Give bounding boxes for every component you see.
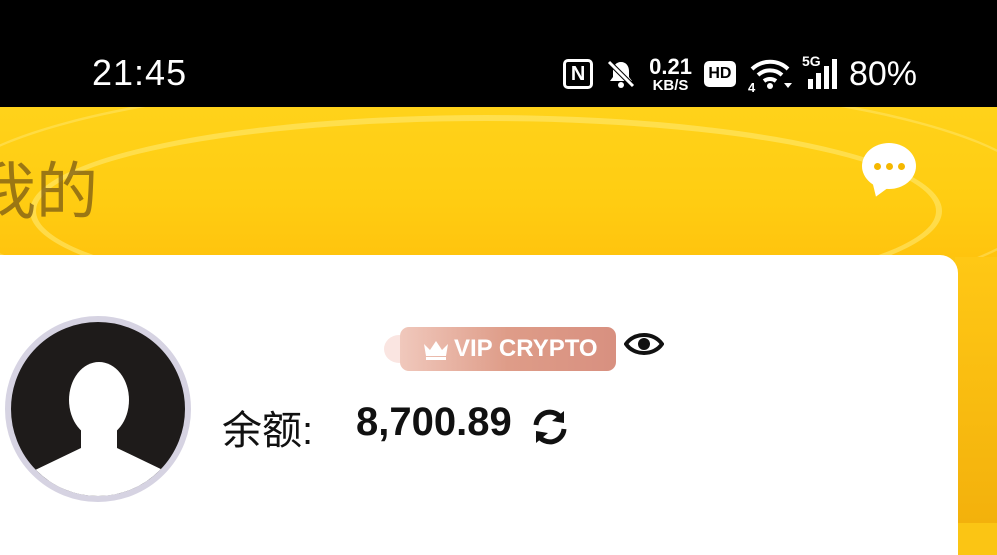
mute-bell-icon: [605, 58, 637, 90]
header-bg-edge: [955, 257, 997, 523]
chat-bubble-icon: [862, 143, 916, 189]
refresh-icon: [533, 409, 567, 445]
hd-icon: HD: [703, 61, 736, 87]
cell-signal-icon: 5G: [802, 53, 837, 89]
nfc-icon: N: [563, 59, 594, 89]
balance-label: 余额:: [222, 409, 314, 453]
vip-badge[interactable]: VIP CRYPTO: [400, 327, 616, 371]
messages-button[interactable]: [862, 143, 918, 195]
net-speed: 0.21 KB/S: [649, 53, 692, 94]
status-icons: N 0.21 KB/S HD 4 5G 80%: [563, 52, 917, 96]
eye-icon: [623, 333, 665, 355]
net-speed-value: 0.21: [649, 53, 692, 79]
battery-level: 80%: [848, 54, 917, 93]
wifi-sub: 4: [747, 80, 756, 95]
page-title: 我的: [0, 158, 99, 227]
wifi-icon: 4: [748, 57, 792, 95]
default-avatar-icon[interactable]: [5, 316, 191, 502]
crown-icon: [424, 341, 448, 360]
cell-tag: 5G: [801, 53, 821, 69]
net-speed-unit: KB/S: [652, 76, 689, 94]
refresh-balance-button[interactable]: [528, 405, 572, 449]
clock: 21:45: [92, 52, 188, 93]
status-bar: 21:45 N 0.21 KB/S HD 4 5G 80%: [0, 0, 997, 107]
vip-label: VIP CRYPTO: [454, 335, 598, 362]
balance-value: 8,700.89: [356, 400, 512, 444]
toggle-visibility-button[interactable]: [623, 329, 665, 359]
profile-header: 我的: [0, 107, 997, 257]
